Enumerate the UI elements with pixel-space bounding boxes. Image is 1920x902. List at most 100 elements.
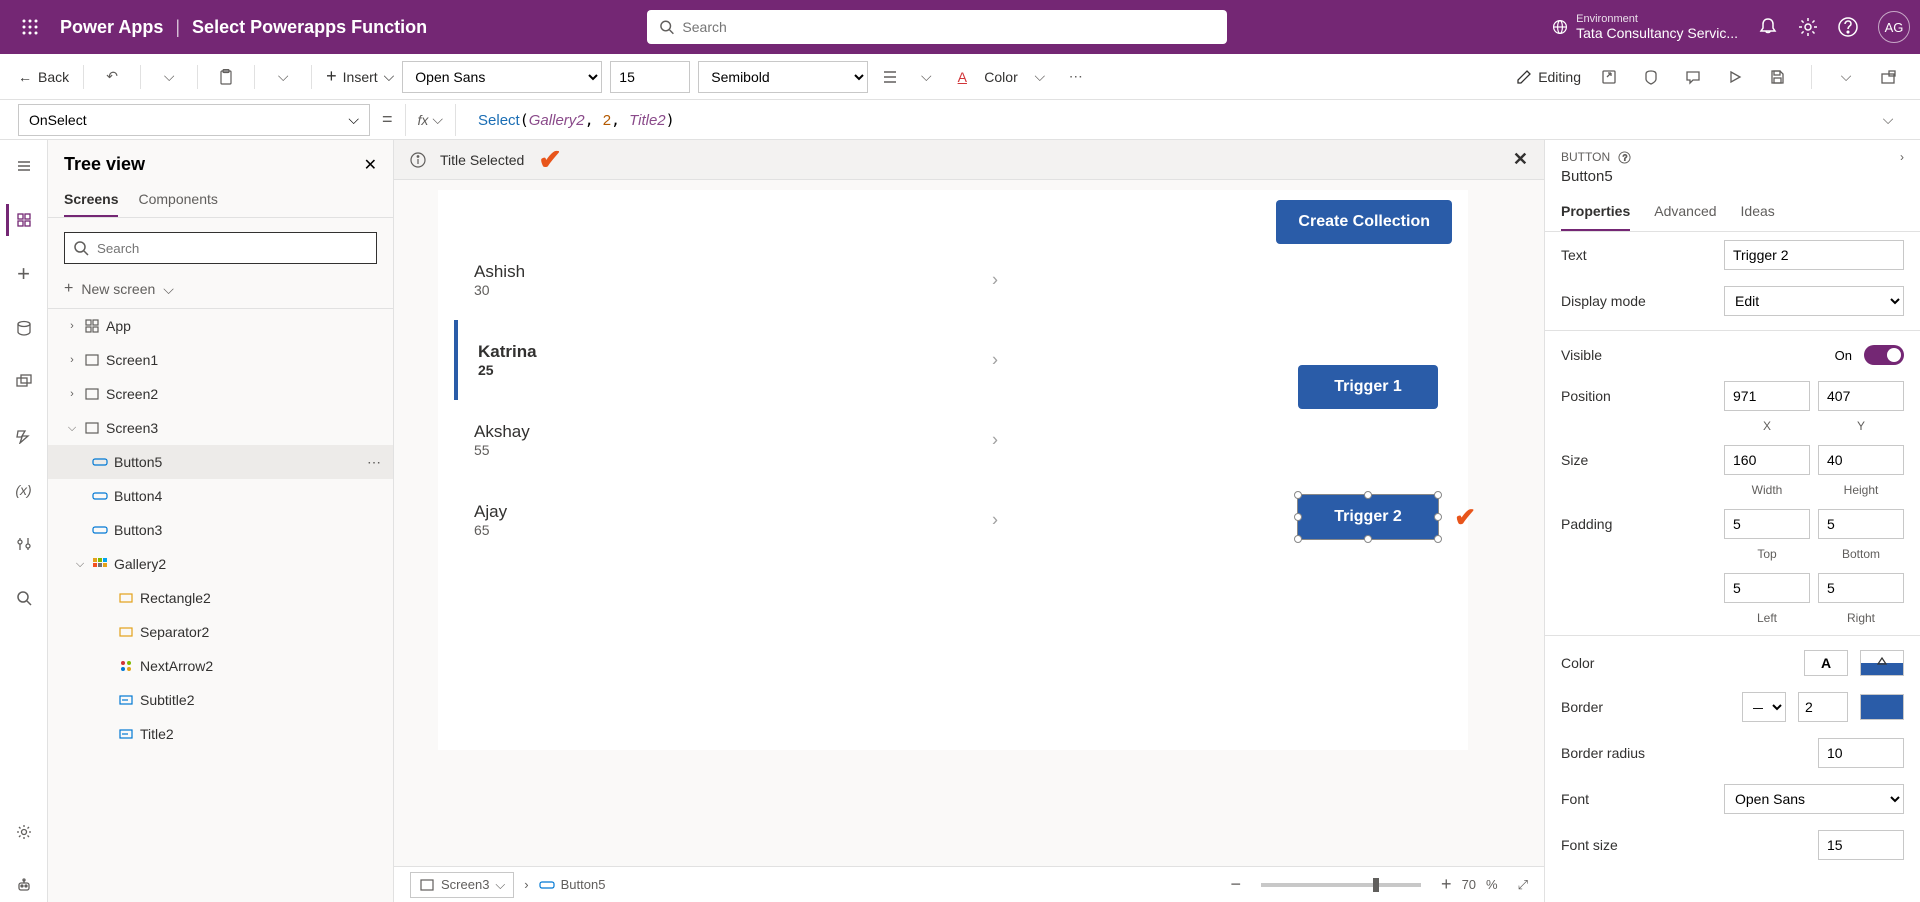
close-tree-icon[interactable]: ✕ (364, 155, 377, 175)
tree-node-button3[interactable]: Button3 (48, 513, 393, 547)
settings-rail-icon[interactable] (8, 816, 40, 848)
chevron-down-icon[interactable]: ⌵ (66, 422, 78, 435)
new-screen-button[interactable]: + New screen ⌵ (48, 274, 393, 308)
close-notification-icon[interactable]: ✕ (1513, 149, 1528, 170)
fit-screen-icon[interactable]: ⤢ (1518, 877, 1528, 893)
tree-node-title2[interactable]: Title2 (48, 717, 393, 751)
environment-picker[interactable]: Environment Tata Consultancy Servic... (1552, 13, 1738, 41)
zoom-in-icon[interactable]: + (1441, 874, 1452, 895)
tree-node-subtitle2[interactable]: Subtitle2 (48, 683, 393, 717)
chevron-down-icon[interactable]: ⌵ (74, 558, 86, 571)
prop-text-input[interactable] (1724, 240, 1904, 270)
notifications-icon[interactable] (1758, 17, 1778, 37)
tree-node-gallery2[interactable]: ⌵ Gallery2 (48, 547, 393, 581)
font-size-input[interactable] (610, 61, 690, 93)
prop-pad-top-input[interactable] (1724, 509, 1810, 539)
gallery-control[interactable]: Ashish 30 › Katrina 25 › Akshay 55 › (454, 240, 1024, 560)
canvas-screen[interactable]: Create Collection Ashish 30 › Katrina 25… (438, 190, 1468, 750)
zoom-out-icon[interactable]: − (1231, 874, 1242, 895)
undo-icon[interactable]: ↶ (98, 63, 126, 91)
prop-height-input[interactable] (1818, 445, 1904, 475)
chevron-right-icon[interactable]: › (992, 430, 998, 451)
undo-chevron-icon[interactable]: ⌵ (155, 63, 183, 91)
publish-icon[interactable] (1874, 63, 1902, 91)
variables-icon[interactable]: (x) (8, 474, 40, 506)
align-icon[interactable] (876, 63, 904, 91)
font-size-input[interactable] (1818, 830, 1904, 860)
insert-button[interactable]: + Insert ⌵ (326, 66, 394, 87)
prop-displaymode-select[interactable]: Edit (1724, 286, 1904, 316)
settings-icon[interactable] (1798, 17, 1818, 37)
color-chevron-icon[interactable]: ⌵ (1026, 63, 1054, 91)
trigger1-button[interactable]: Trigger 1 (1298, 365, 1438, 409)
border-style-select[interactable]: — (1742, 692, 1786, 722)
tree-view-icon[interactable] (6, 204, 38, 236)
chevron-right-icon[interactable]: › (66, 354, 78, 366)
help-icon[interactable]: ? (1618, 151, 1631, 164)
tab-components[interactable]: Components (138, 183, 217, 217)
share-icon[interactable] (1595, 63, 1623, 91)
back-button[interactable]: ← Back (18, 69, 69, 85)
tree-node-nextarrow2[interactable]: NextArrow2 (48, 649, 393, 683)
chevron-right-icon[interactable]: › (992, 510, 998, 531)
fill-color-swatch[interactable] (1860, 650, 1904, 676)
prop-visible-toggle[interactable] (1864, 345, 1904, 365)
chevron-right-icon[interactable]: › (66, 388, 78, 400)
gallery-item[interactable]: Ajay 65 › (454, 480, 1024, 560)
tab-advanced[interactable]: Advanced (1654, 193, 1716, 231)
media-icon[interactable] (8, 366, 40, 398)
paste-chevron-icon[interactable]: ⌵ (269, 63, 297, 91)
fx-icon[interactable]: fx ⌵ (418, 111, 444, 128)
gallery-item[interactable]: Ashish 30 › (454, 240, 1024, 320)
tree-node-button4[interactable]: Button4 (48, 479, 393, 513)
font-color-icon[interactable]: A (948, 63, 976, 91)
chevron-right-icon[interactable]: › (992, 270, 998, 291)
tab-screens[interactable]: Screens (64, 183, 118, 217)
breadcrumb-screen[interactable]: Screen3 ⌵ (410, 872, 514, 898)
font-weight-select[interactable]: Semibold (698, 61, 868, 93)
save-chevron-icon[interactable]: ⌵ (1832, 63, 1860, 91)
tab-properties[interactable]: Properties (1561, 193, 1630, 231)
tree-search[interactable] (64, 232, 377, 264)
help-icon[interactable] (1838, 17, 1858, 37)
search-input[interactable] (682, 19, 1215, 35)
user-avatar[interactable]: AG (1878, 11, 1910, 43)
color-label[interactable]: Color (984, 69, 1017, 85)
prop-pad-right-input[interactable] (1818, 573, 1904, 603)
insert-rail-icon[interactable]: + (8, 258, 40, 290)
tree-node-app[interactable]: › App (48, 309, 393, 343)
align-chevron-icon[interactable]: ⌵ (912, 63, 940, 91)
tree-search-input[interactable] (97, 241, 368, 256)
zoom-slider[interactable] (1261, 883, 1421, 887)
border-radius-input[interactable] (1818, 738, 1904, 768)
property-select[interactable]: OnSelect ⌵ (18, 104, 370, 136)
prop-x-input[interactable] (1724, 381, 1810, 411)
tree-node-separator2[interactable]: Separator2 (48, 615, 393, 649)
editing-mode-button[interactable]: Editing (1516, 69, 1581, 85)
chevron-right-icon[interactable]: › (66, 320, 78, 332)
data-icon[interactable] (8, 312, 40, 344)
advanced-tools-icon[interactable] (8, 528, 40, 560)
formula-input[interactable]: Select(Gallery2, 2, Title2) (468, 111, 1862, 129)
checker-icon[interactable] (1637, 63, 1665, 91)
global-search[interactable] (647, 10, 1227, 44)
chevron-right-icon[interactable]: › (992, 350, 998, 371)
hamburger-icon[interactable] (8, 150, 40, 182)
app-launcher-icon[interactable] (10, 19, 50, 35)
prop-pad-left-input[interactable] (1724, 573, 1810, 603)
virtual-agent-icon[interactable] (8, 870, 40, 902)
prop-pad-bottom-input[interactable] (1818, 509, 1904, 539)
tree-node-screen1[interactable]: › Screen1 (48, 343, 393, 377)
tree-node-button5[interactable]: Button5 ⋯ (48, 445, 393, 479)
prop-y-input[interactable] (1818, 381, 1904, 411)
tree-node-screen3[interactable]: ⌵ Screen3 (48, 411, 393, 445)
border-color-swatch[interactable] (1860, 694, 1904, 720)
trigger2-button[interactable]: Trigger 2 (1298, 495, 1438, 539)
gallery-item[interactable]: Akshay 55 › (454, 400, 1024, 480)
search-rail-icon[interactable] (8, 582, 40, 614)
tree-node-rectangle2[interactable]: Rectangle2 (48, 581, 393, 615)
gallery-item[interactable]: Katrina 25 › (454, 320, 1024, 400)
paste-icon[interactable] (212, 63, 240, 91)
create-collection-button[interactable]: Create Collection (1276, 200, 1452, 244)
power-automate-icon[interactable] (8, 420, 40, 452)
